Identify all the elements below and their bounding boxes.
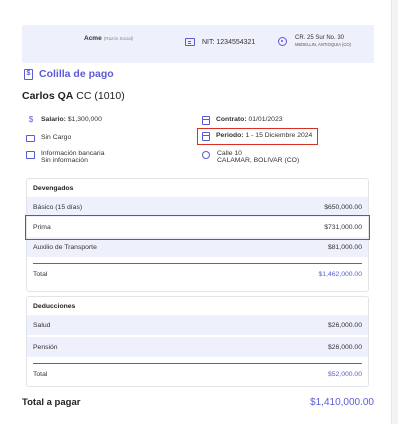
total-pay-value: $1,410,000.00 (310, 397, 374, 408)
row-label: Salud (33, 321, 51, 329)
total-label: Total (33, 371, 48, 378)
work-address1: Calle 10 (217, 150, 242, 157)
dollar-icon: $ (28, 115, 34, 124)
salary-info: $ Salario: $1,300,000 (26, 116, 102, 124)
row-label: Pensión (33, 343, 58, 351)
nit: NIT: 1234554321 (185, 38, 255, 46)
bank-icon (26, 151, 35, 159)
company-sub: (Razón Social) (103, 36, 134, 41)
row-value: $650,000.00 (324, 203, 362, 211)
deducciones-title: Deducciones (33, 303, 76, 310)
work-location-icon (202, 151, 210, 159)
work-address-info: Calle 10 CALAMAR, BOLIVAR (CO) (202, 150, 299, 164)
nit-value: NIT: 1234554321 (202, 38, 256, 46)
company-address: CR. 25 Sur No. 30 MEDELLIN, ANTIOQUIA (C… (278, 35, 351, 47)
address-line2: MEDELLIN, ANTIOQUIA (CO) (295, 42, 352, 47)
address-line1: CR. 25 Sur No. 30 (295, 35, 345, 41)
scrollbar[interactable] (391, 0, 398, 424)
table-row: Básico (15 días) $650,000.00 (27, 197, 368, 217)
row-value: $26,000.00 (327, 343, 362, 351)
row-label: Básico (15 días) (33, 203, 83, 211)
dollar-document-icon: $ (24, 68, 33, 80)
devengados-title: Devengados (33, 185, 74, 192)
total-pay-label: Total a pagar (22, 397, 81, 408)
row-label: Auxilio de Transporte (33, 243, 97, 251)
row-value: $26,000.00 (327, 321, 362, 329)
document-title: $ Colilla de pago (24, 68, 114, 80)
position-info: Sin Cargo (26, 134, 71, 142)
company-header: Acme (Razón Social) NIT: 1234554321 CR. 2… (22, 25, 374, 63)
table-row: Auxilio de Transporte $81,000.00 (27, 237, 368, 257)
bank-info: Información bancaria Sin información (26, 150, 104, 164)
table-row: Pensión $26,000.00 (27, 337, 368, 357)
work-address2: CALAMAR, BOLIVAR (CO) (217, 157, 300, 164)
employee-id: CC (1010) (76, 90, 125, 102)
contract-calendar-icon (202, 116, 210, 125)
company-name: Acme (Razón Social) (84, 35, 133, 42)
bank-label: Información bancaria (41, 150, 105, 157)
payslip-page: Acme (Razón Social) NIT: 1234554321 CR. 2… (22, 20, 374, 420)
contract-info: Contrato: 01/01/2023 (202, 116, 283, 125)
contract-value: 01/01/2023 (248, 116, 283, 123)
contract-label: Contrato: (216, 116, 247, 123)
bank-value: Sin información (41, 157, 88, 164)
period-highlight (197, 128, 318, 145)
id-card-icon (185, 38, 195, 46)
row-value: $81,000.00 (327, 243, 362, 251)
location-pin-icon (278, 37, 287, 46)
total-value: $1,462,000.00 (318, 271, 362, 278)
total-to-pay: Total a pagar $1,410,000.00 (22, 397, 374, 408)
employee-name: Carlos QA CC (1010) (22, 90, 125, 102)
company-label: Acme (84, 35, 102, 42)
table-row: Salud $26,000.00 (27, 315, 368, 335)
deducciones-card: Deducciones Salud $26,000.00 Pensión $26… (26, 296, 369, 387)
devengados-total-row: Total $1,462,000.00 (33, 263, 362, 285)
employee-name-text: Carlos QA (22, 90, 74, 102)
total-value: $52,000.00 (327, 371, 362, 378)
prima-highlight (25, 215, 370, 240)
position-value: Sin Cargo (41, 134, 72, 141)
total-label: Total (33, 271, 48, 278)
salary-value: $1,300,000 (67, 116, 102, 123)
document-title-text: Colilla de pago (39, 68, 114, 80)
briefcase-icon (26, 135, 35, 142)
salary-label: Salario: (41, 116, 66, 123)
deducciones-total-row: Total $52,000.00 (33, 363, 362, 385)
